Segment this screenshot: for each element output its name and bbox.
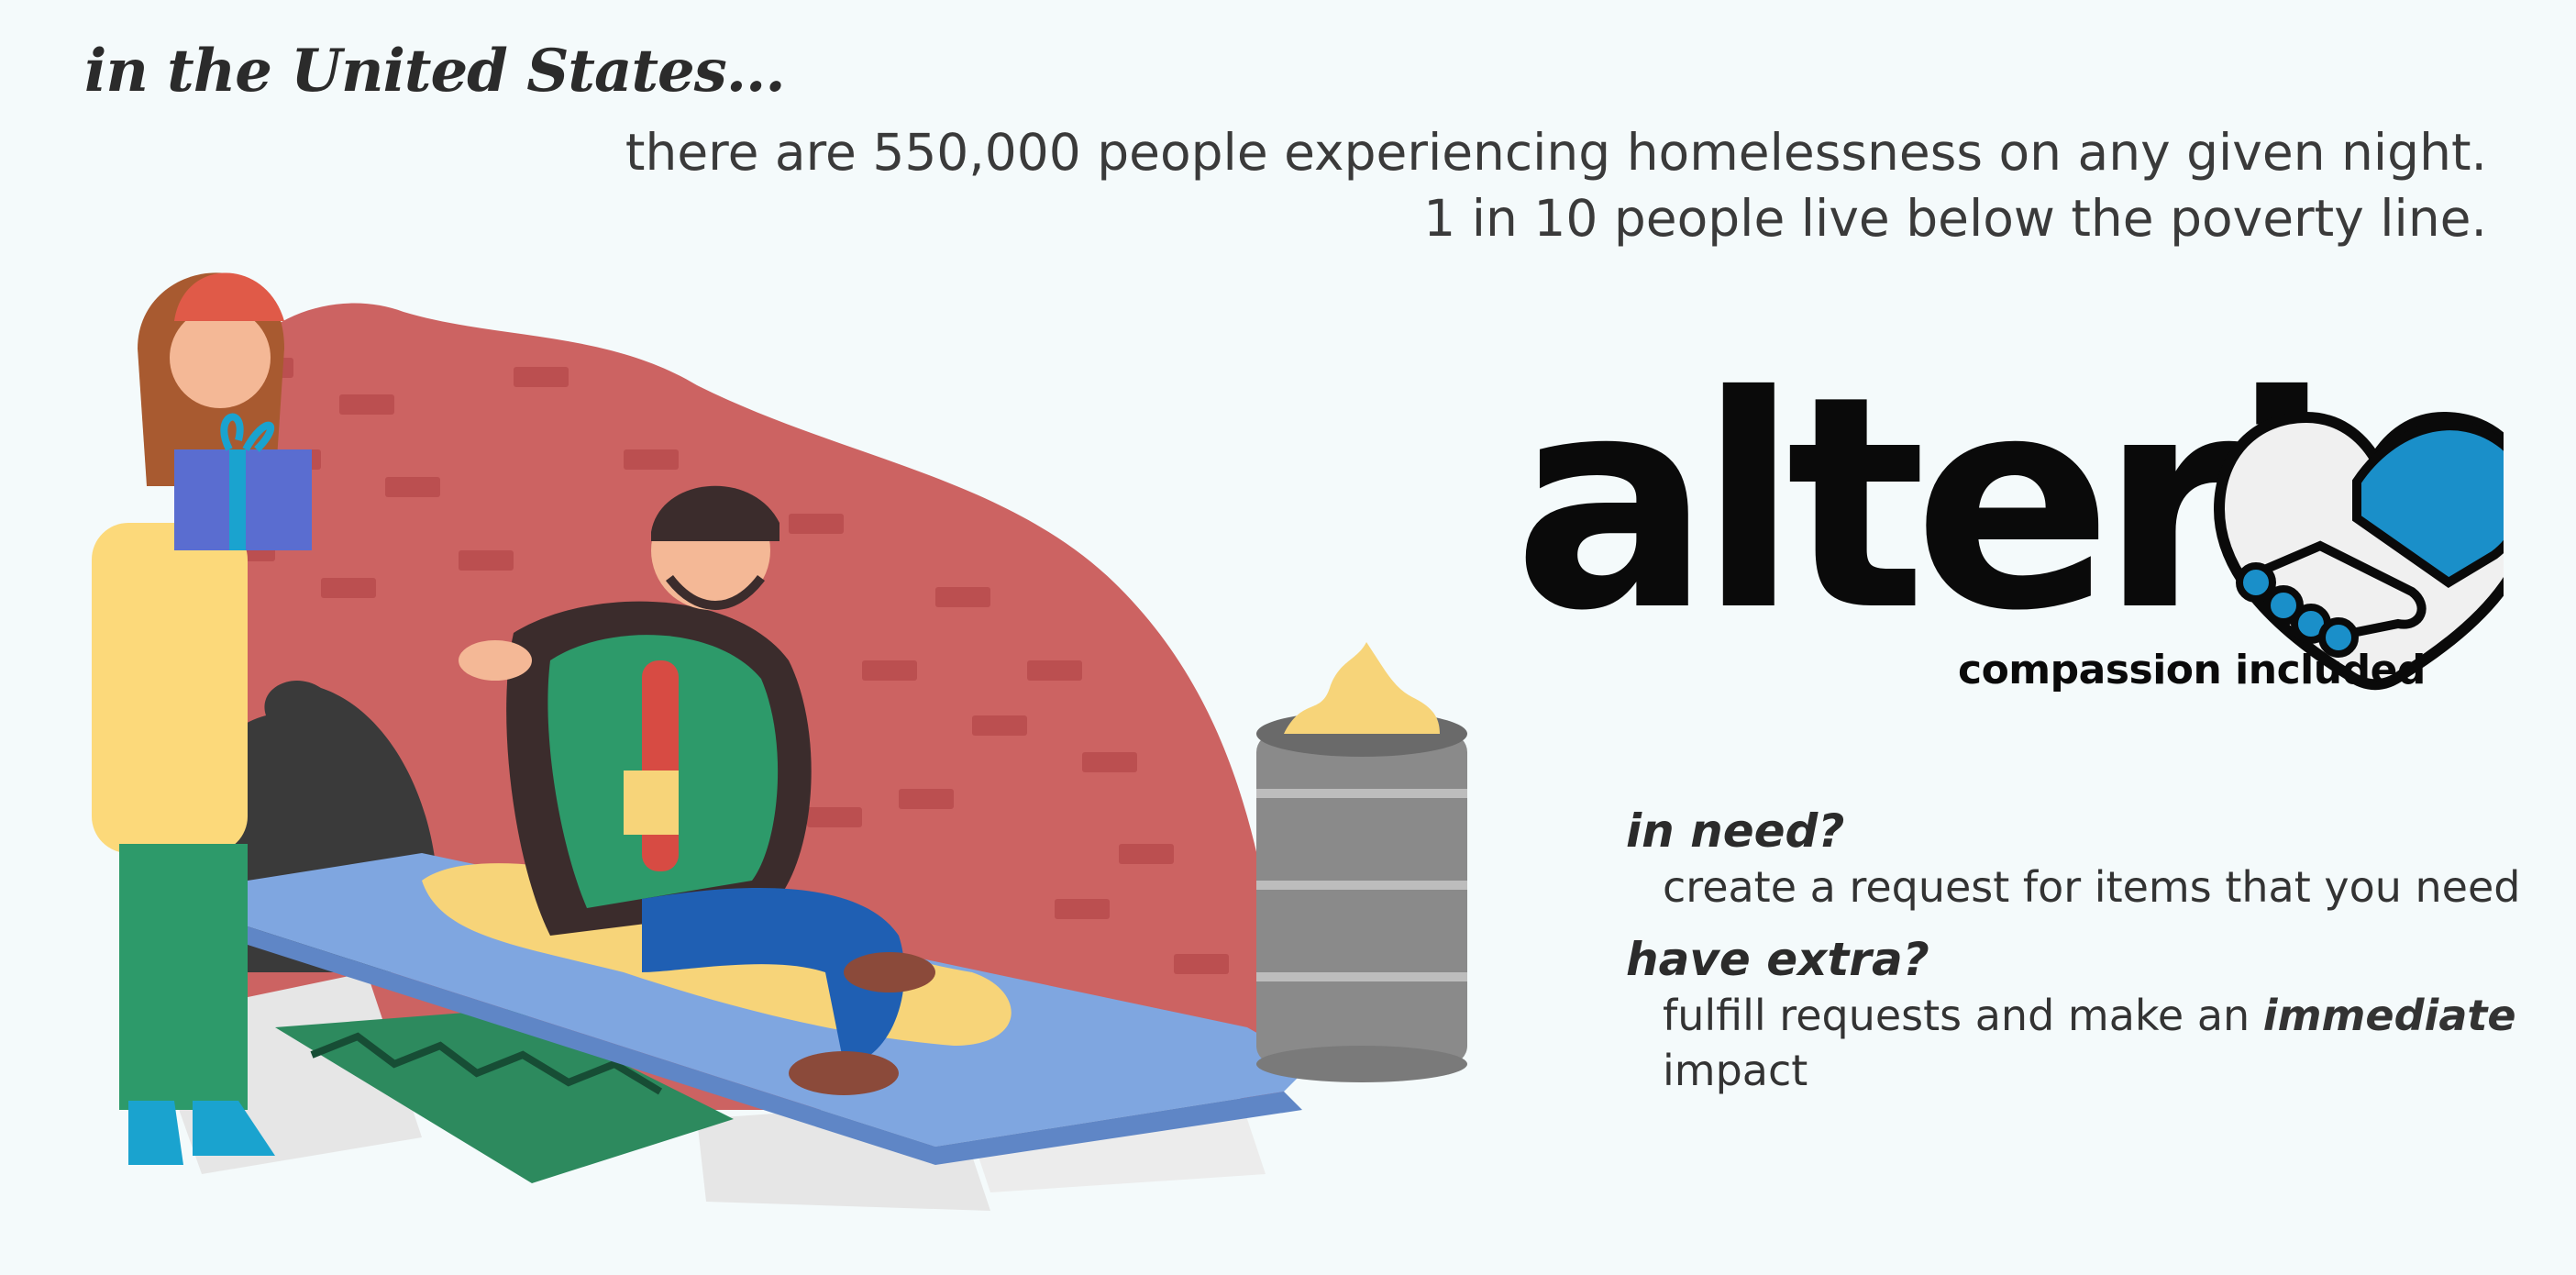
have-extra-description: fulfill requests and make an immediate i… [1663,988,2543,1098]
have-extra-text-pre: fulfill requests and make an [1663,991,2250,1040]
have-extra-heading: have extra? [1626,933,1929,986]
in-need-heading: in need? [1626,804,1845,858]
info-section: in need? create a request for items that… [1626,803,2543,1114]
fire-barrel [1256,734,1467,1064]
logo-wordmark: alteri [1513,376,2319,675]
have-extra-emphasis: immediate [2262,991,2516,1040]
logo-tagline: compassion included [1958,647,2426,693]
hero-illustration [92,272,1467,1211]
have-extra-text-post: impact [1663,1046,1808,1095]
fire [1284,642,1440,734]
headline: in the United States... [84,37,786,105]
in-need-description: create a request for items that you need [1663,862,2521,912]
